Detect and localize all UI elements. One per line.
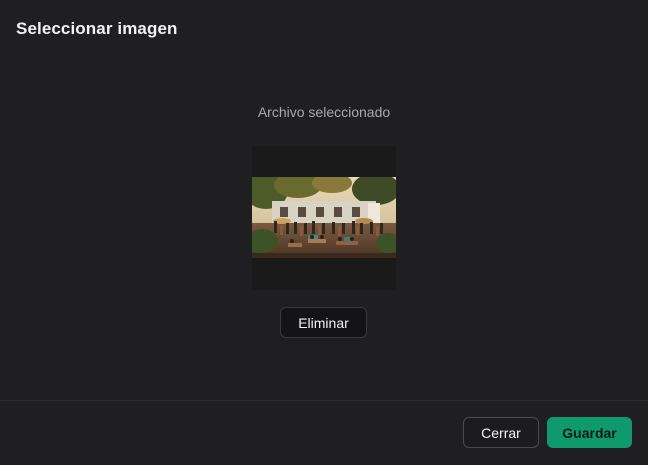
selected-file-label: Archivo seleccionado xyxy=(257,104,391,120)
image-preview-frame xyxy=(252,146,396,290)
footer-divider xyxy=(0,400,648,401)
remove-image-button[interactable]: Eliminar xyxy=(280,307,367,338)
save-button[interactable]: Guardar xyxy=(547,417,632,448)
select-image-dialog: Seleccionar imagen Archivo seleccionado xyxy=(0,0,648,465)
dialog-title: Seleccionar imagen xyxy=(16,19,178,38)
close-button[interactable]: Cerrar xyxy=(463,417,539,448)
image-preview-thumbnail xyxy=(252,177,396,258)
